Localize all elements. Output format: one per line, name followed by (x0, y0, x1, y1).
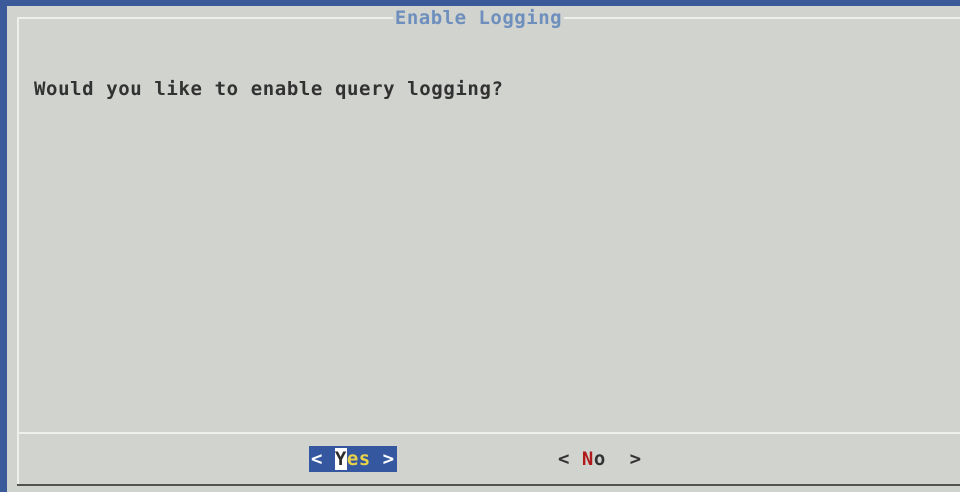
no-button[interactable]: < No > (558, 446, 642, 472)
button-separator (17, 432, 960, 434)
dialog-frame-top (17, 17, 960, 19)
no-button-hotkey: N (581, 448, 594, 470)
dialog-frame-left (17, 17, 19, 484)
dialog-bottom-border (17, 484, 960, 486)
yes-button-open-bracket: < (311, 448, 335, 470)
no-button-close-bracket: > (605, 448, 642, 470)
no-button-open-bracket: < (558, 448, 582, 470)
yes-button-label-rest: es (346, 448, 371, 470)
dialog-message: Would you like to enable query logging? (34, 78, 504, 100)
yes-button-close-bracket: > (370, 448, 395, 470)
yes-button-hotkey: Y (334, 448, 347, 470)
dialog-box: Enable Logging Would you like to enable … (7, 6, 960, 492)
yes-button[interactable]: < Yes > (309, 446, 397, 472)
no-button-label-rest: o (593, 448, 606, 470)
